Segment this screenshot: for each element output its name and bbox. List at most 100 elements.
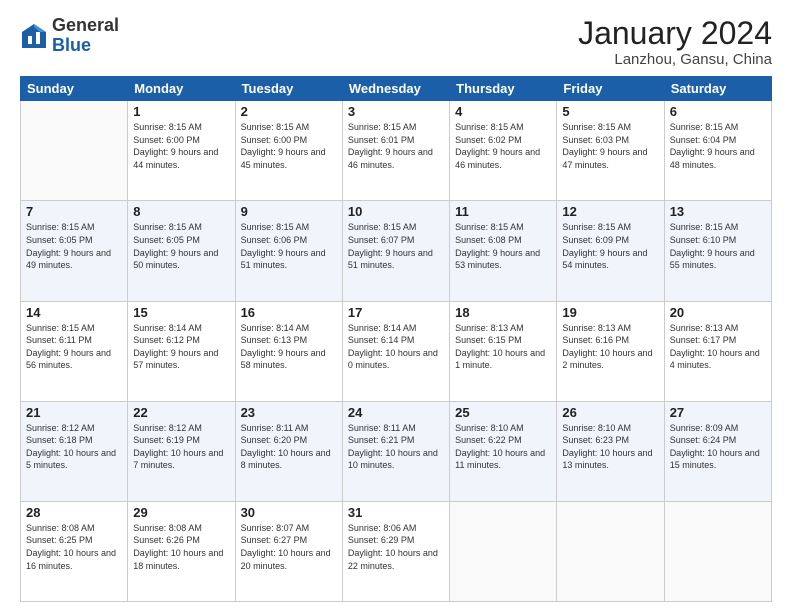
table-row: 1Sunrise: 8:15 AMSunset: 6:00 PMDaylight… <box>128 101 235 201</box>
table-row: 7Sunrise: 8:15 AMSunset: 6:05 PMDaylight… <box>21 201 128 301</box>
sunset-text: Sunset: 6:02 PM <box>455 134 551 147</box>
sunset-text: Sunset: 6:26 PM <box>133 534 229 547</box>
day-info: Sunrise: 8:11 AMSunset: 6:20 PMDaylight:… <box>241 422 337 472</box>
day-info: Sunrise: 8:13 AMSunset: 6:17 PMDaylight:… <box>670 322 766 372</box>
day-number: 15 <box>133 305 229 320</box>
day-info: Sunrise: 8:15 AMSunset: 6:10 PMDaylight:… <box>670 221 766 271</box>
logo: General Blue <box>20 16 119 56</box>
sunset-text: Sunset: 6:04 PM <box>670 134 766 147</box>
day-info: Sunrise: 8:15 AMSunset: 6:08 PMDaylight:… <box>455 221 551 271</box>
sunrise-text: Sunrise: 8:11 AM <box>241 422 337 435</box>
page: General Blue January 2024 Lanzhou, Gansu… <box>0 0 792 612</box>
logo-text: General Blue <box>52 16 119 56</box>
sunset-text: Sunset: 6:19 PM <box>133 434 229 447</box>
daylight-text: Daylight: 10 hours and 15 minutes. <box>670 447 766 472</box>
sunrise-text: Sunrise: 8:14 AM <box>241 322 337 335</box>
day-info: Sunrise: 8:07 AMSunset: 6:27 PMDaylight:… <box>241 522 337 572</box>
day-info: Sunrise: 8:10 AMSunset: 6:22 PMDaylight:… <box>455 422 551 472</box>
sunset-text: Sunset: 6:09 PM <box>562 234 658 247</box>
table-row: 15 Sunrise: 8:14 AMSunset: 6:12 PMDayligh… <box>128 301 235 401</box>
sunset-text: Sunset: 6:07 PM <box>348 234 444 247</box>
day-number: 8 <box>133 204 229 219</box>
daylight-text: Daylight: 10 hours and 11 minutes. <box>455 447 551 472</box>
sunrise-text: Sunrise: 8:15 AM <box>241 221 337 234</box>
day-info: Sunrise: 8:15 AMSunset: 6:00 PMDaylight:… <box>241 121 337 171</box>
sunrise-text: Sunrise: 8:09 AM <box>670 422 766 435</box>
calendar-week-5: 28 Sunrise: 8:08 AMSunset: 6:25 PMDayligh… <box>21 501 772 601</box>
sunrise-text: Sunrise: 8:15 AM <box>562 221 658 234</box>
daylight-text: Daylight: 9 hours and 49 minutes. <box>26 247 122 272</box>
table-row: 2Sunrise: 8:15 AMSunset: 6:00 PMDaylight… <box>235 101 342 201</box>
table-row: 19Sunrise: 8:13 AMSunset: 6:16 PMDayligh… <box>557 301 664 401</box>
table-row: 3Sunrise: 8:15 AMSunset: 6:01 PMDaylight… <box>342 101 449 201</box>
table-row: 11Sunrise: 8:15 AMSunset: 6:08 PMDayligh… <box>450 201 557 301</box>
sunrise-text: Sunrise: 8:15 AM <box>26 322 122 335</box>
header: General Blue January 2024 Lanzhou, Gansu… <box>20 16 772 68</box>
logo-general: General <box>52 15 119 35</box>
table-row <box>557 501 664 601</box>
sunset-text: Sunset: 6:05 PM <box>133 234 229 247</box>
day-number: 14 <box>26 305 122 320</box>
sunset-text: Sunset: 6:11 PM <box>26 334 122 347</box>
title-block: January 2024 Lanzhou, Gansu, China <box>578 16 772 68</box>
day-info: Sunrise: 8:15 AMSunset: 6:09 PMDaylight:… <box>562 221 658 271</box>
daylight-text: Daylight: 10 hours and 20 minutes. <box>241 547 337 572</box>
day-info: Sunrise: 8:14 AMSunset: 6:12 PMDaylight:… <box>133 322 229 372</box>
sunset-text: Sunset: 6:22 PM <box>455 434 551 447</box>
daylight-text: Daylight: 9 hours and 51 minutes. <box>348 247 444 272</box>
sunrise-text: Sunrise: 8:14 AM <box>348 322 444 335</box>
table-row: 16Sunrise: 8:14 AMSunset: 6:13 PMDayligh… <box>235 301 342 401</box>
table-row: 27Sunrise: 8:09 AMSunset: 6:24 PMDayligh… <box>664 401 771 501</box>
sunrise-text: Sunrise: 8:11 AM <box>348 422 444 435</box>
daylight-text: Daylight: 10 hours and 7 minutes. <box>133 447 229 472</box>
col-sunday: Sunday <box>21 77 128 101</box>
sunset-text: Sunset: 6:12 PM <box>133 334 229 347</box>
day-info: Sunrise: 8:15 AMSunset: 6:03 PMDaylight:… <box>562 121 658 171</box>
table-row: 18Sunrise: 8:13 AMSunset: 6:15 PMDayligh… <box>450 301 557 401</box>
daylight-text: Daylight: 9 hours and 55 minutes. <box>670 247 766 272</box>
calendar-table: Sunday Monday Tuesday Wednesday Thursday… <box>20 76 772 602</box>
table-row: 6Sunrise: 8:15 AMSunset: 6:04 PMDaylight… <box>664 101 771 201</box>
daylight-text: Daylight: 9 hours and 54 minutes. <box>562 247 658 272</box>
col-friday: Friday <box>557 77 664 101</box>
daylight-text: Daylight: 9 hours and 45 minutes. <box>241 146 337 171</box>
day-number: 28 <box>26 505 122 520</box>
day-number: 5 <box>562 104 658 119</box>
day-number: 13 <box>670 204 766 219</box>
day-number: 27 <box>670 405 766 420</box>
table-row: 12Sunrise: 8:15 AMSunset: 6:09 PMDayligh… <box>557 201 664 301</box>
daylight-text: Daylight: 10 hours and 1 minute. <box>455 347 551 372</box>
sunrise-text: Sunrise: 8:10 AM <box>562 422 658 435</box>
day-number: 25 <box>455 405 551 420</box>
day-number: 16 <box>241 305 337 320</box>
sunrise-text: Sunrise: 8:13 AM <box>562 322 658 335</box>
day-info: Sunrise: 8:11 AMSunset: 6:21 PMDaylight:… <box>348 422 444 472</box>
table-row: 10Sunrise: 8:15 AMSunset: 6:07 PMDayligh… <box>342 201 449 301</box>
daylight-text: Daylight: 9 hours and 50 minutes. <box>133 247 229 272</box>
day-info: Sunrise: 8:08 AMSunset: 6:25 PMDaylight:… <box>26 522 122 572</box>
sunrise-text: Sunrise: 8:15 AM <box>241 121 337 134</box>
day-info: Sunrise: 8:15 AMSunset: 6:01 PMDaylight:… <box>348 121 444 171</box>
table-row: 8 Sunrise: 8:15 AMSunset: 6:05 PMDaylight… <box>128 201 235 301</box>
sunset-text: Sunset: 6:23 PM <box>562 434 658 447</box>
sunrise-text: Sunrise: 8:15 AM <box>562 121 658 134</box>
day-info: Sunrise: 8:15 AMSunset: 6:11 PMDaylight:… <box>26 322 122 372</box>
day-info: Sunrise: 8:12 AMSunset: 6:19 PMDaylight:… <box>133 422 229 472</box>
sunrise-text: Sunrise: 8:15 AM <box>133 221 229 234</box>
sunset-text: Sunset: 6:29 PM <box>348 534 444 547</box>
table-row: 13 Sunrise: 8:15 AMSunset: 6:10 PMDayligh… <box>664 201 771 301</box>
day-info: Sunrise: 8:15 AMSunset: 6:02 PMDaylight:… <box>455 121 551 171</box>
day-number: 10 <box>348 204 444 219</box>
table-row: 26Sunrise: 8:10 AMSunset: 6:23 PMDayligh… <box>557 401 664 501</box>
daylight-text: Daylight: 9 hours and 58 minutes. <box>241 347 337 372</box>
day-info: Sunrise: 8:06 AMSunset: 6:29 PMDaylight:… <box>348 522 444 572</box>
sunrise-text: Sunrise: 8:08 AM <box>133 522 229 535</box>
sunrise-text: Sunrise: 8:06 AM <box>348 522 444 535</box>
table-row: 4Sunrise: 8:15 AMSunset: 6:02 PMDaylight… <box>450 101 557 201</box>
calendar-week-1: 1Sunrise: 8:15 AMSunset: 6:00 PMDaylight… <box>21 101 772 201</box>
sunrise-text: Sunrise: 8:08 AM <box>26 522 122 535</box>
day-number: 17 <box>348 305 444 320</box>
sunset-text: Sunset: 6:16 PM <box>562 334 658 347</box>
sunset-text: Sunset: 6:06 PM <box>241 234 337 247</box>
sunset-text: Sunset: 6:00 PM <box>133 134 229 147</box>
